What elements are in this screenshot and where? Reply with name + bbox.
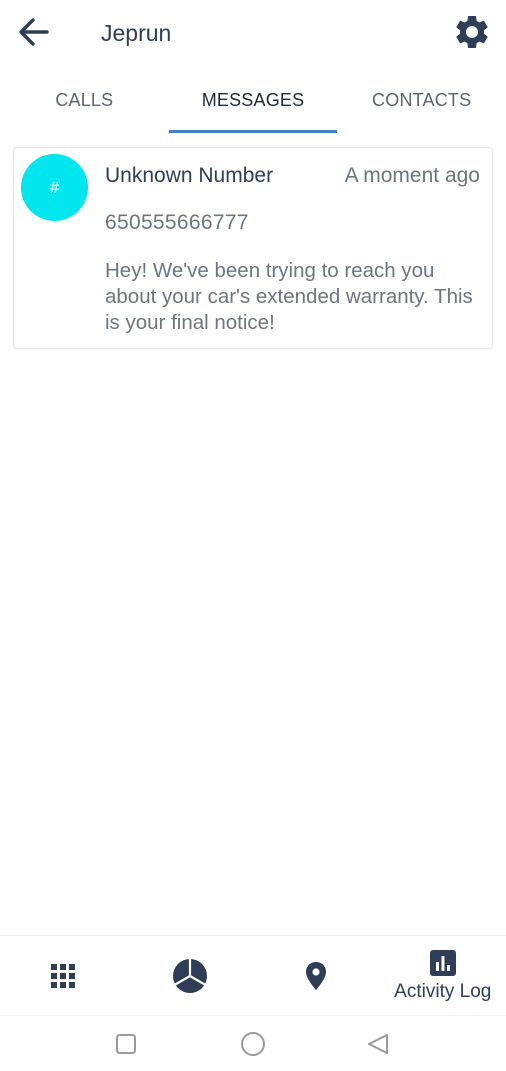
home-button[interactable]: [240, 1031, 266, 1057]
tab-contacts[interactable]: CONTACTS: [337, 72, 506, 134]
bottom-navigation: Activity Log: [0, 935, 506, 1015]
tab-calls[interactable]: CALLS: [0, 72, 169, 134]
avatar: #: [21, 154, 88, 221]
circle-icon: [241, 1032, 265, 1056]
message-phone-number: 650555666777: [105, 211, 249, 234]
nav-dialpad[interactable]: [0, 936, 127, 1015]
message-sender: Unknown Number: [105, 164, 274, 187]
gear-icon: [456, 15, 488, 48]
page-title: Jeprun: [101, 20, 172, 46]
tab-messages[interactable]: MESSAGES: [169, 72, 338, 134]
location-pin-icon: [306, 961, 327, 990]
nav-activity-log-label: Activity Log: [394, 980, 492, 1002]
system-back-button[interactable]: [365, 1031, 391, 1057]
nav-activity-log[interactable]: Activity Log: [380, 936, 506, 1015]
pie-chart-icon: [172, 958, 207, 993]
active-tab-indicator: [169, 130, 337, 133]
bar-chart-icon: [429, 949, 456, 976]
dialpad-icon: [51, 963, 76, 988]
square-icon: [116, 1034, 136, 1054]
message-body: Hey! We've been trying to reach you abou…: [105, 259, 473, 334]
message-list-item[interactable]: # Unknown Number A moment ago 6505556667…: [13, 147, 493, 349]
triangle-back-icon: [368, 1034, 388, 1054]
nav-location[interactable]: [253, 936, 380, 1015]
system-navigation-bar: [0, 1015, 506, 1071]
recents-button[interactable]: [113, 1031, 139, 1057]
arrow-left-icon: [19, 18, 49, 46]
back-button[interactable]: [14, 12, 54, 52]
message-timestamp: A moment ago: [344, 164, 480, 187]
app-bar: Jeprun: [0, 0, 506, 68]
settings-button[interactable]: [450, 10, 494, 54]
nav-statistics[interactable]: [127, 936, 254, 1015]
tab-bar: CALLS MESSAGES CONTACTS: [0, 72, 506, 134]
